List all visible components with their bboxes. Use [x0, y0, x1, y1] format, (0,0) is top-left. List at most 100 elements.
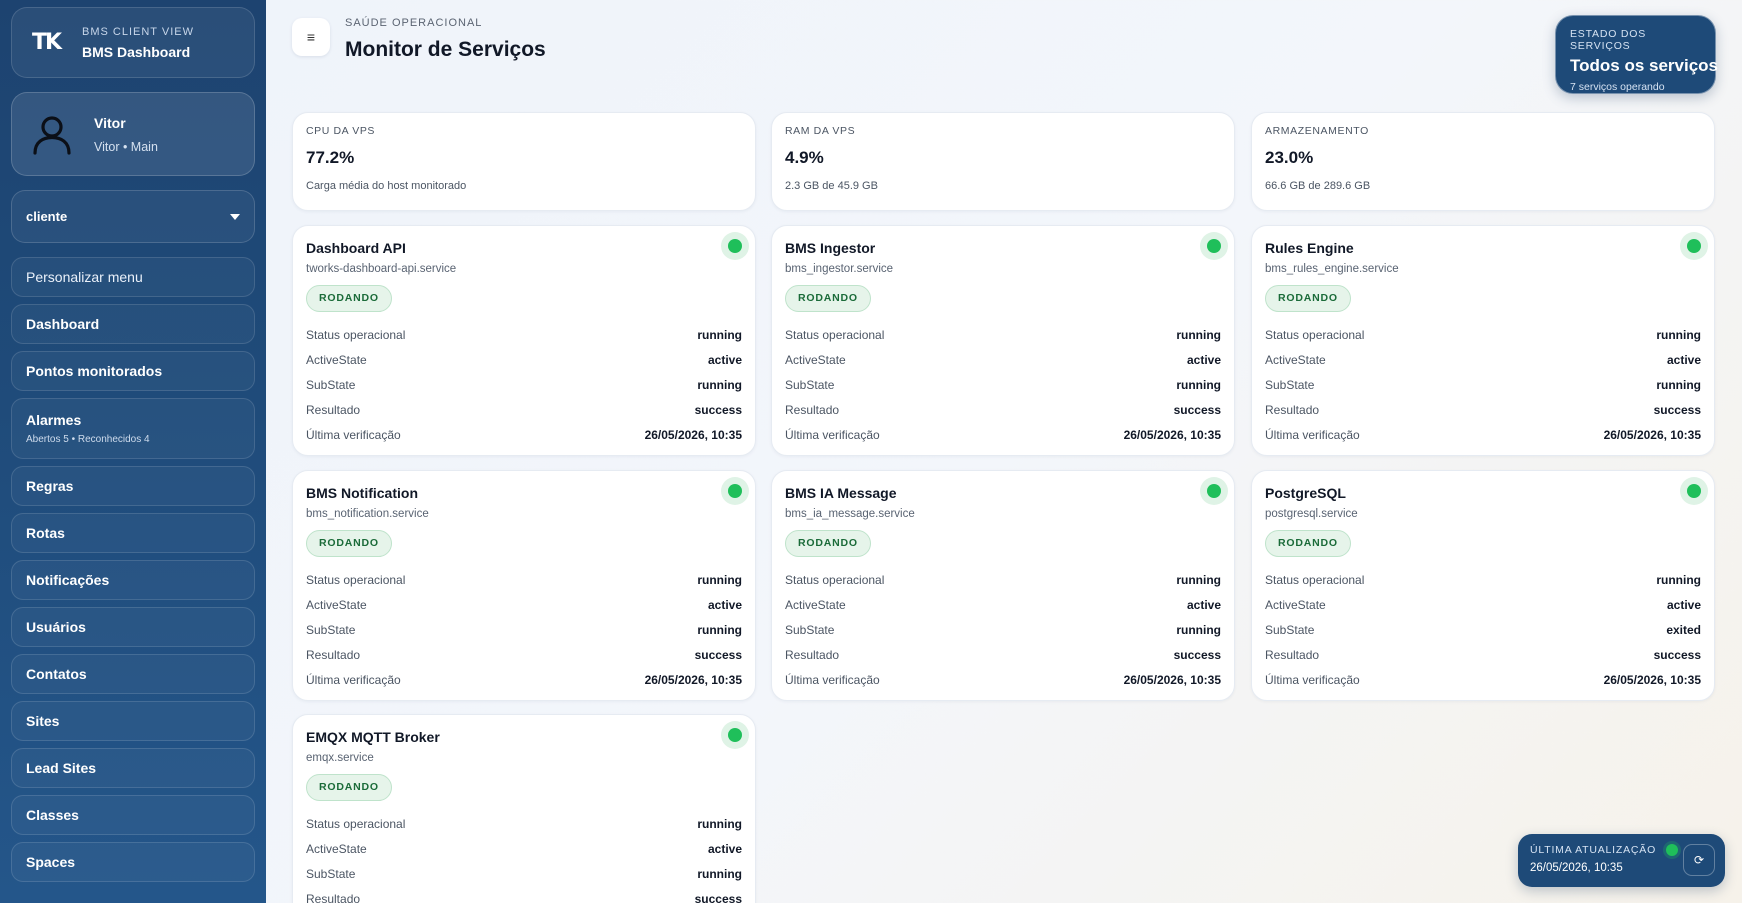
brand-name: BMS Dashboard [82, 43, 191, 60]
detail-value: running [1656, 327, 1701, 342]
status-badge: RODANDO [306, 530, 392, 557]
brand-card[interactable]: TK BMS CLIENT VIEW BMS Dashboard [11, 7, 255, 78]
status-badge: RODANDO [1265, 285, 1351, 312]
detail-row: Status operacional running [1265, 567, 1701, 592]
detail-value: active [707, 352, 742, 367]
detail-row: Status operacional running [1265, 322, 1701, 347]
service-details: Status operacional running ActiveState acti… [306, 567, 742, 692]
metric-label: CPU DA VPS [306, 125, 376, 137]
service-card[interactable]: BMS Notification bms_notification.service… [292, 470, 756, 701]
refresh-button[interactable]: ⟳ [1683, 844, 1715, 876]
detail-row: Última verificação 26/05/2026, 10:35 [1265, 422, 1701, 447]
detail-row: ActiveState active [306, 347, 742, 372]
user-icon [33, 116, 71, 155]
detail-key: Última verificação [1265, 672, 1360, 687]
status-dot-icon [1200, 477, 1228, 505]
detail-row: Resultado success [785, 397, 1221, 422]
detail-row: Status operacional running [306, 567, 742, 592]
detail-value: running [697, 327, 742, 342]
service-name: Dashboard API [306, 240, 406, 256]
sidebar-item-label: Lead Sites [26, 760, 97, 776]
service-details: Status operacional running ActiveState acti… [306, 322, 742, 447]
sidebar-item-lead-sites[interactable]: Lead Sites [11, 748, 255, 788]
sidebar-item-usuarios[interactable]: Usuários [11, 607, 255, 647]
metric-desc: 2.3 GB de 45.9 GB [785, 180, 878, 192]
detail-value: active [1186, 597, 1221, 612]
sidebar-item-rotas[interactable]: Rotas [11, 513, 255, 553]
detail-value: running [697, 622, 742, 637]
status-badge: RODANDO [1265, 530, 1351, 557]
user-name: Vitor [94, 114, 126, 131]
service-unit: bms_rules_engine.service [1265, 263, 1399, 275]
chevron-down-icon [230, 213, 240, 220]
metric-card-ram: RAM DA VPS 4.9% 2.3 GB de 45.9 GB [771, 112, 1235, 211]
detail-key: SubState [1265, 622, 1315, 637]
sidebar-item-contatos[interactable]: Contatos [11, 654, 255, 694]
service-card[interactable]: EMQX MQTT Broker emqx.service RODANDO Statu… [292, 714, 756, 903]
detail-key: Resultado [306, 647, 361, 662]
detail-key: ActiveState [306, 597, 367, 612]
status-dot [728, 239, 742, 253]
service-card[interactable]: BMS Ingestor bms_ingestor.service RODANDO S… [771, 225, 1235, 456]
metric-card-storage: ARMAZENAMENTO 23.0% 66.6 GB de 289.6 GB [1251, 112, 1715, 211]
alarmes-counts: Abertos 5 • Reconhecidos 4 [26, 434, 150, 445]
status-dot [1207, 239, 1221, 253]
status-dot [1687, 484, 1701, 498]
service-card[interactable]: PostgreSQL postgresql.service RODANDO Statu… [1251, 470, 1715, 701]
metric-label: RAM DA VPS [785, 125, 856, 137]
detail-row: Última verificação 26/05/2026, 10:35 [1265, 667, 1701, 692]
detail-value: running [697, 377, 742, 392]
service-unit: bms_ia_message.service [785, 508, 915, 520]
sidebar-item-notificacoes[interactable]: Notificações [11, 560, 255, 600]
status-dot-icon [1680, 232, 1708, 260]
status-dot [1207, 484, 1221, 498]
metric-value: 23.0% [1265, 148, 1314, 167]
sidebar-item-spaces[interactable]: Spaces [11, 842, 255, 882]
service-card[interactable]: BMS IA Message bms_ia_message.service RODA… [771, 470, 1235, 701]
sidebar-item-dashboard[interactable]: Dashboard [11, 304, 255, 344]
service-card[interactable]: Dashboard API tworks-dashboard-api.servic… [292, 225, 756, 456]
detail-value: running [1176, 377, 1221, 392]
detail-row: SubState running [306, 861, 742, 886]
services-state-eyebrow: ESTADO DOS SERVIÇOS [1570, 28, 1647, 52]
sidebar-item-label: Classes [26, 807, 79, 823]
user-card[interactable]: Vitor Vitor • Main [11, 92, 255, 176]
sidebar-item-label: Sites [26, 713, 60, 729]
detail-row: ActiveState active [1265, 592, 1701, 617]
detail-value: success [1173, 647, 1221, 662]
sidebar-item-regras[interactable]: Regras [11, 466, 255, 506]
sidebar: TK BMS CLIENT VIEW BMS Dashboard Vitor V… [0, 0, 266, 903]
sidebar-item-alarmes[interactable]: Alarmes Abertos 5 • Reconhecidos 4 [11, 398, 255, 459]
detail-key: ActiveState [785, 352, 846, 367]
detail-row: Resultado success [306, 397, 742, 422]
status-dot-icon [1200, 232, 1228, 260]
sidebar-item-label: Alarmes [26, 412, 82, 428]
sidebar-item-customize[interactable]: Personalizar menu [11, 257, 255, 297]
metric-label: ARMAZENAMENTO [1265, 125, 1369, 137]
detail-value: 26/05/2026, 10:35 [1123, 427, 1221, 442]
detail-key: Status operacional [306, 572, 406, 587]
service-card[interactable]: Rules Engine bms_rules_engine.service RODA… [1251, 225, 1715, 456]
sidebar-item-classes[interactable]: Classes [11, 795, 255, 835]
detail-key: Última verificação [785, 427, 880, 442]
detail-value: running [697, 866, 742, 881]
status-dot-icon [1666, 844, 1679, 856]
sidebar-item-pontos[interactable]: Pontos monitorados [11, 351, 255, 391]
detail-row: SubState running [306, 617, 742, 642]
brand-logo: TK [31, 30, 62, 55]
detail-row: Status operacional running [785, 567, 1221, 592]
detail-key: Última verificação [306, 672, 401, 687]
sidebar-item-sites[interactable]: Sites [11, 701, 255, 741]
service-details: Status operacional running ActiveState acti… [1265, 567, 1701, 692]
metric-card-cpu: CPU DA VPS 77.2% Carga média do host mon… [292, 112, 756, 211]
menu-toggle-button[interactable]: ≡ [292, 18, 330, 56]
services-state-title: Todos os serviços [1570, 56, 1719, 75]
service-unit: tworks-dashboard-api.service [306, 263, 457, 275]
detail-value: active [1186, 352, 1221, 367]
service-name: Rules Engine [1265, 240, 1354, 256]
detail-value: active [707, 597, 742, 612]
detail-value: exited [1666, 622, 1701, 637]
detail-key: Status operacional [785, 572, 885, 587]
client-select[interactable]: cliente [11, 190, 255, 243]
detail-key: SubState [1265, 377, 1315, 392]
